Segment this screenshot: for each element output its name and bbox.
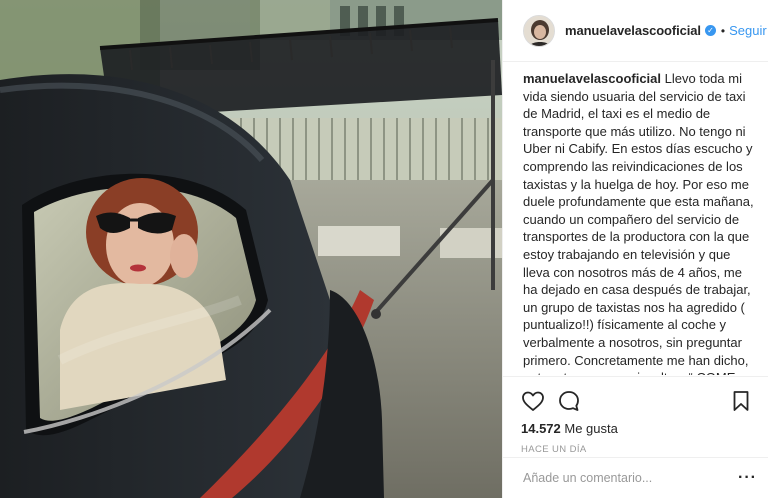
photo-illustration: [0, 0, 502, 498]
post-header: manuelavelascooficial ✓ • Seguir: [503, 0, 768, 62]
instagram-post: manuelavelascooficial ✓ • Seguir manuela…: [0, 0, 768, 498]
avatar-image: [524, 15, 554, 46]
post-caption: manuelavelascooficial Llevo toda mi vida…: [523, 70, 755, 375]
follow-button[interactable]: Seguir: [729, 23, 767, 38]
caption-text: Llevo toda mi vida siendo usuaria del se…: [523, 71, 754, 375]
post-timestamp[interactable]: Hace un día: [521, 444, 757, 455]
bookmark-icon[interactable]: [729, 389, 753, 413]
action-icons: [521, 387, 757, 415]
comment-bar: ···: [503, 457, 768, 498]
verified-badge-icon: ✓: [704, 25, 716, 36]
avatar[interactable]: [523, 14, 555, 47]
heart-icon[interactable]: [521, 389, 545, 413]
comment-input[interactable]: [523, 471, 733, 485]
post-actions: 14.572 Me gusta Hace un día: [503, 376, 768, 455]
likes-label: Me gusta: [564, 421, 618, 436]
header-username[interactable]: manuelavelascooficial: [565, 23, 701, 38]
comment-bubble-icon[interactable]: [557, 389, 581, 413]
post-side-panel: manuelavelascooficial ✓ • Seguir manuela…: [502, 0, 768, 498]
more-options-icon[interactable]: ···: [738, 469, 757, 487]
caption-scroll-area[interactable]: manuelavelascooficial Llevo toda mi vida…: [503, 63, 768, 375]
caption-username[interactable]: manuelavelascooficial: [523, 71, 661, 86]
post-photo[interactable]: [0, 0, 502, 498]
likes-count[interactable]: 14.572 Me gusta: [521, 421, 757, 436]
likes-number: 14.572: [521, 421, 561, 436]
separator-dot: •: [720, 23, 726, 38]
